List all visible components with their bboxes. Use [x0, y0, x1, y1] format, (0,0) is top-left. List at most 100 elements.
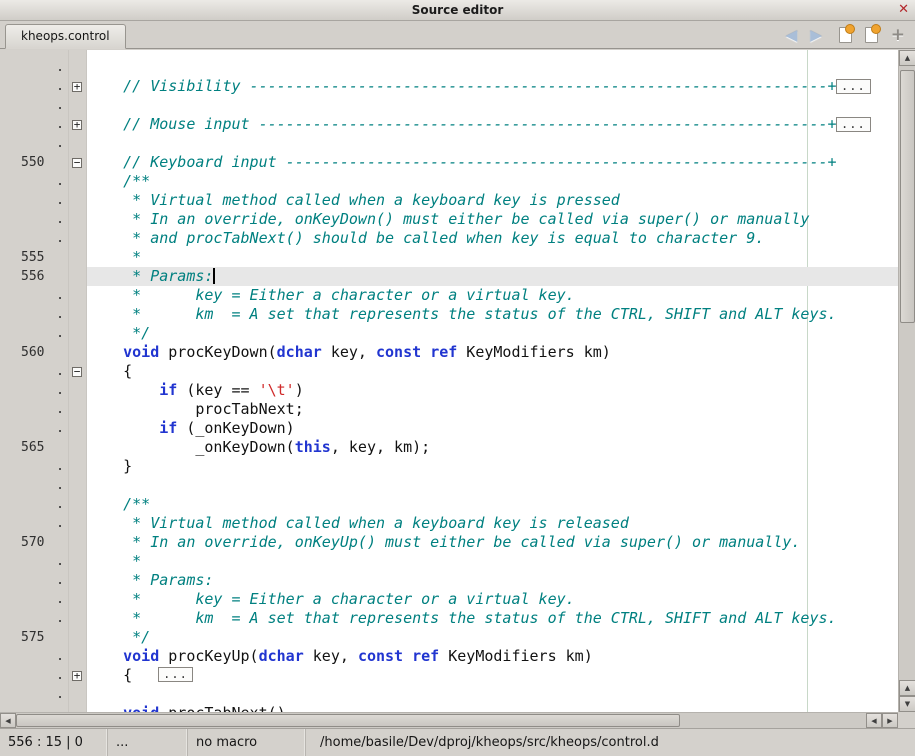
code-text[interactable]: * In an override, onKeyDown() must eithe… — [87, 210, 898, 229]
code-text[interactable]: void procTabNext() — [87, 704, 898, 712]
code-line-574[interactable]: . * km = A set that represents the statu… — [0, 609, 898, 628]
code-line-563[interactable]: . procTabNext; — [0, 400, 898, 419]
code-line-546[interactable]: .+ // Visibility -----------------------… — [0, 77, 898, 96]
code-text[interactable]: procTabNext; — [87, 400, 898, 419]
code-text[interactable]: * km = A set that represents the status … — [87, 609, 898, 628]
code-text[interactable]: * key = Either a character or a virtual … — [87, 590, 898, 609]
code-text[interactable]: {... — [87, 666, 898, 685]
code-line-576[interactable]: . void procKeyUp(dchar key, const ref Ke… — [0, 647, 898, 666]
code-line-573[interactable]: . * key = Either a character or a virtua… — [0, 590, 898, 609]
code-line-568[interactable]: . /** — [0, 495, 898, 514]
code-text[interactable]: * and procTabNext() should be called whe… — [87, 229, 898, 248]
fold-expand-icon[interactable]: + — [72, 82, 82, 92]
code-line-562[interactable]: . if (key == '\t') — [0, 381, 898, 400]
code-text[interactable]: { — [87, 362, 898, 381]
tab-kheops-control[interactable]: kheops.control — [5, 24, 126, 49]
document-modified-b-button[interactable] — [865, 27, 878, 43]
scroll-up-icon-bottom[interactable]: ▲ — [899, 680, 915, 696]
code-text[interactable]: * Virtual method called when a keyboard … — [87, 514, 898, 533]
code-text[interactable]: // Visibility --------------------------… — [87, 77, 898, 96]
code-line-570[interactable]: 570 * In an override, onKeyUp() must eit… — [0, 533, 898, 552]
code-line-561[interactable]: .− { — [0, 362, 898, 381]
fold-collapse-icon[interactable]: − — [72, 367, 82, 377]
scroll-down-icon[interactable]: ▼ — [899, 696, 915, 712]
code-line-572[interactable]: . * Params: — [0, 571, 898, 590]
code-line-557[interactable]: . * key = Either a character or a virtua… — [0, 286, 898, 305]
code-text[interactable]: */ — [87, 628, 898, 647]
code-text[interactable] — [87, 134, 898, 153]
code-text[interactable]: } — [87, 457, 898, 476]
code-text[interactable]: * Params: — [87, 267, 898, 286]
code-line-575[interactable]: 575 */ — [0, 628, 898, 647]
fold-expand-icon[interactable]: + — [72, 120, 82, 130]
vertical-scroll-thumb[interactable] — [900, 70, 915, 323]
horizontal-scrollbar[interactable]: ◀ ◀ ▶ — [0, 712, 898, 728]
folded-code-box[interactable]: ... — [836, 79, 871, 94]
code-text[interactable]: * In an override, onKeyUp() must either … — [87, 533, 898, 552]
detach-button[interactable]: + — [891, 27, 905, 43]
scroll-left-icon[interactable]: ◀ — [0, 713, 16, 728]
code-text[interactable]: /** — [87, 495, 898, 514]
fold-expand-icon[interactable]: + — [72, 671, 82, 681]
code-line-556[interactable]: 556 * Params: — [0, 267, 898, 286]
code-line-548[interactable]: .+ // Mouse input ----------------------… — [0, 115, 898, 134]
code-text[interactable] — [87, 476, 898, 495]
code-line-553[interactable]: . * In an override, onKeyDown() must eit… — [0, 210, 898, 229]
vertical-scrollbar[interactable]: ▲ ▲ ▼ — [898, 50, 915, 712]
titlebar[interactable]: Source editor ✕ — [0, 0, 915, 21]
code-text[interactable]: * — [87, 248, 898, 267]
code-text[interactable] — [87, 96, 898, 115]
code-line-578[interactable]: . — [0, 685, 898, 704]
code-line-545[interactable]: . — [0, 58, 898, 77]
code-text[interactable]: * km = A set that represents the status … — [87, 305, 898, 324]
code-text[interactable]: void procKeyDown(dchar key, const ref Ke… — [87, 343, 898, 362]
code-line-577[interactable]: .+ {... — [0, 666, 898, 685]
code-text[interactable] — [87, 58, 898, 77]
code-line-559[interactable]: . */ — [0, 324, 898, 343]
nav-back-button[interactable]: ◀ — [786, 25, 798, 45]
code-text[interactable]: if (_onKeyDown) — [87, 419, 898, 438]
code-token: (key == — [177, 381, 258, 399]
code-text[interactable]: * Params: — [87, 571, 898, 590]
code-text[interactable]: // Keyboard input ----------------------… — [87, 153, 898, 172]
fold-collapse-icon[interactable]: − — [72, 158, 82, 168]
code-token: KeyModifiers km) — [457, 343, 611, 361]
code-line-565[interactable]: 565 _onKeyDown(this, key, km); — [0, 438, 898, 457]
code-text[interactable]: * — [87, 552, 898, 571]
code-text[interactable]: /** — [87, 172, 898, 191]
code-line-551[interactable]: . /** — [0, 172, 898, 191]
code-text[interactable]: * key = Either a character or a virtual … — [87, 286, 898, 305]
code-line-579[interactable]: . void procTabNext() — [0, 704, 898, 712]
code-line-569[interactable]: . * Virtual method called when a keyboar… — [0, 514, 898, 533]
code-line-566[interactable]: . } — [0, 457, 898, 476]
nav-forward-button[interactable]: ▶ — [810, 25, 822, 45]
folded-code-box[interactable]: ... — [836, 117, 871, 132]
code-line-555[interactable]: 555 * — [0, 248, 898, 267]
horizontal-scroll-thumb[interactable] — [16, 714, 680, 727]
folded-code-box[interactable]: ... — [158, 667, 193, 682]
document-modified-a-button[interactable] — [839, 27, 852, 43]
code-line-567[interactable]: . — [0, 476, 898, 495]
code-line-558[interactable]: . * km = A set that represents the statu… — [0, 305, 898, 324]
code-text[interactable]: // Mouse input -------------------------… — [87, 115, 898, 134]
code-text[interactable]: * Virtual method called when a keyboard … — [87, 191, 898, 210]
code-line-560[interactable]: 560 void procKeyDown(dchar key, const re… — [0, 343, 898, 362]
code-text[interactable]: void procKeyUp(dchar key, const ref KeyM… — [87, 647, 898, 666]
code-text[interactable]: */ — [87, 324, 898, 343]
close-icon[interactable]: ✕ — [898, 2, 909, 17]
code-text[interactable]: _onKeyDown(this, key, km); — [87, 438, 898, 457]
scroll-right-icon[interactable]: ▶ — [882, 713, 898, 728]
code-line-554[interactable]: . * and procTabNext() should be called w… — [0, 229, 898, 248]
code-text[interactable] — [87, 685, 898, 704]
code-line-552[interactable]: . * Virtual method called when a keyboar… — [0, 191, 898, 210]
code-line-564[interactable]: . if (_onKeyDown) — [0, 419, 898, 438]
code-line-549[interactable]: . — [0, 134, 898, 153]
code-line-550[interactable]: 550− // Keyboard input -----------------… — [0, 153, 898, 172]
fold-gutter-cell — [68, 609, 87, 628]
code-editor[interactable]: ..+ // Visibility ----------------------… — [0, 50, 898, 712]
code-line-571[interactable]: . * — [0, 552, 898, 571]
scroll-up-icon[interactable]: ▲ — [899, 50, 915, 66]
scroll-left-icon-right[interactable]: ◀ — [866, 713, 882, 728]
code-text[interactable]: if (key == '\t') — [87, 381, 898, 400]
code-line-547[interactable]: . — [0, 96, 898, 115]
